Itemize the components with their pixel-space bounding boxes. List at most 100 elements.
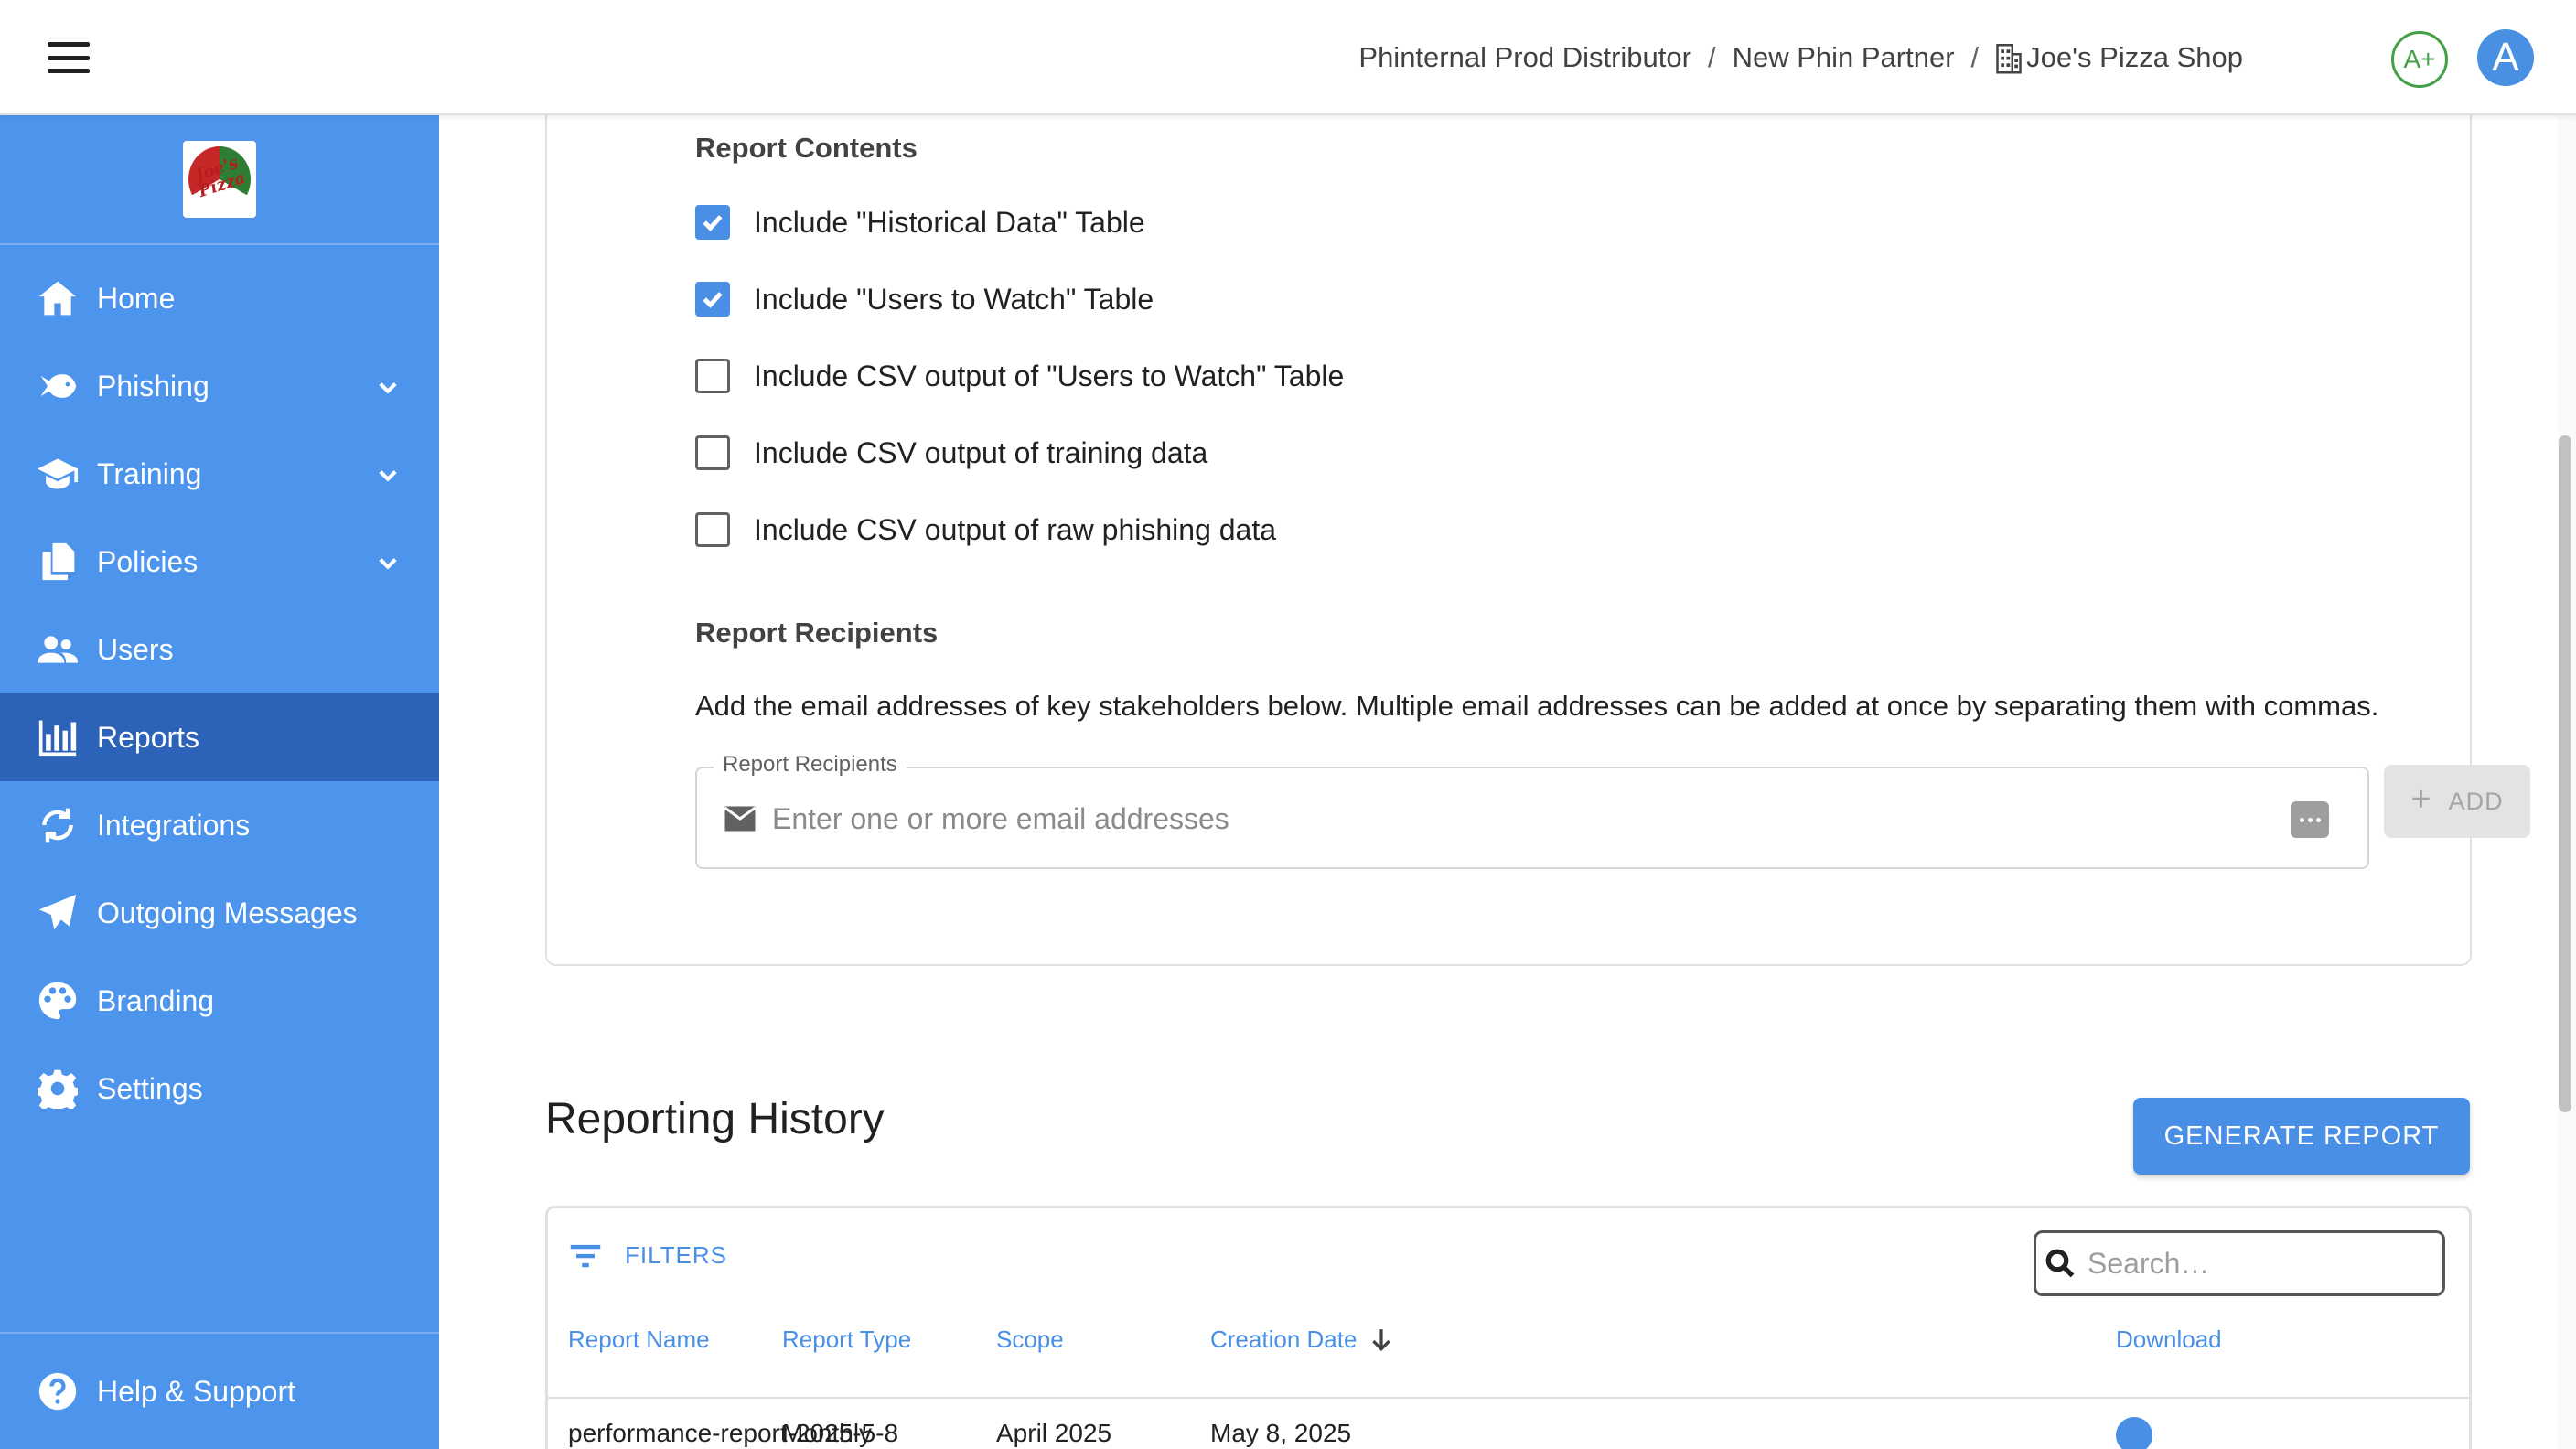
users-icon: [37, 628, 79, 671]
help-support-label: Help & Support: [97, 1374, 296, 1408]
reporting-history-title: Reporting History: [545, 1095, 885, 1143]
sidebar-item-label: Policies: [97, 544, 199, 578]
checkbox-historical-data[interactable]: Include "Historical Data" Table: [695, 205, 1145, 240]
security-grade-badge[interactable]: A+: [2391, 31, 2448, 88]
bar-chart-icon: [37, 716, 79, 758]
sidebar-item-label: Settings: [97, 1071, 203, 1105]
top-app-bar: Phinternal Prod Distributor / New Phin P…: [0, 0, 2576, 115]
checkbox-unchecked-icon[interactable]: [695, 435, 730, 470]
report-recipients-description: Add the email addresses of key stakehold…: [695, 690, 2379, 722]
sidebar-item-label: Branding: [97, 983, 215, 1017]
report-settings-card: Report Contents Include "Historical Data…: [545, 106, 2530, 966]
plus-icon: +: [2410, 779, 2432, 819]
column-header-report-name[interactable]: Report Name: [568, 1326, 710, 1354]
report-contents-title: Report Contents: [695, 132, 918, 164]
checkbox-unchecked-icon[interactable]: [695, 359, 730, 393]
sidebar-item-label: Training: [97, 456, 202, 490]
scrollbar-thumb[interactable]: [2559, 435, 2571, 1112]
paper-plane-icon: [37, 892, 79, 934]
checkbox-checked-icon[interactable]: [695, 282, 730, 317]
sidebar-item-label: Phishing: [97, 369, 209, 402]
logo-area: Joe's Pizza: [0, 115, 439, 245]
column-header-download: Download: [2116, 1326, 2222, 1353]
sidebar-item-label: Home: [97, 281, 176, 315]
building-icon: [1996, 44, 2022, 74]
breadcrumb-separator: /: [1707, 41, 1716, 73]
user-avatar[interactable]: A: [2477, 29, 2534, 86]
sidebar-item-phishing[interactable]: Phishing: [0, 342, 439, 430]
recipients-email-input[interactable]: [772, 787, 2236, 851]
sidebar-item-label: Integrations: [97, 808, 251, 842]
download-icon[interactable]: [2116, 1417, 2152, 1449]
more-options-icon[interactable]: [2291, 801, 2329, 838]
chevron-down-icon[interactable]: [375, 461, 401, 487]
fish-icon: [37, 365, 79, 407]
sidebar-item-settings[interactable]: Settings: [0, 1045, 439, 1132]
breadcrumb-separator: /: [1970, 41, 1980, 73]
main-content: Report Contents Include "Historical Data…: [439, 106, 2552, 1449]
palette-icon: [37, 980, 79, 1022]
checkbox-label: Include "Users to Watch" Table: [754, 282, 1154, 316]
home-icon: [37, 277, 79, 319]
menu-icon[interactable]: [48, 42, 90, 73]
sidebar-item-home[interactable]: Home: [0, 254, 439, 342]
breadcrumb-distributor[interactable]: Phinternal Prod Distributor: [1358, 41, 1691, 74]
checkbox-unchecked-icon[interactable]: [695, 512, 730, 547]
table-search-input[interactable]: [2088, 1246, 2435, 1281]
sidebar-item-branding[interactable]: Branding: [0, 957, 439, 1045]
table-search: [2034, 1230, 2445, 1296]
header-divider: [548, 1397, 2469, 1399]
help-support-link[interactable]: Help & Support: [0, 1332, 439, 1449]
recipients-field: Report Recipients: [695, 752, 2369, 869]
chevron-down-icon[interactable]: [375, 373, 401, 399]
checkbox-csv-raw-phishing-data[interactable]: Include CSV output of raw phishing data: [695, 512, 1276, 547]
column-header-report-type[interactable]: Report Type: [782, 1326, 911, 1354]
sidebar-item-integrations[interactable]: Integrations: [0, 781, 439, 869]
chevron-down-icon[interactable]: [375, 549, 401, 574]
checkbox-checked-icon[interactable]: [695, 205, 730, 240]
recipients-field-label: Report Recipients: [714, 752, 907, 778]
checkbox-label: Include CSV output of "Users to Watch" T…: [754, 359, 1345, 392]
sidebar-item-policies[interactable]: Policies: [0, 518, 439, 606]
sidebar-item-label: Reports: [97, 720, 200, 754]
graduation-cap-icon: [37, 453, 79, 495]
breadcrumb-partner[interactable]: New Phin Partner: [1733, 41, 1955, 74]
checkbox-label: Include "Historical Data" Table: [754, 205, 1145, 239]
search-icon: [2045, 1249, 2075, 1278]
sort-arrow-down-icon[interactable]: [1369, 1327, 1393, 1353]
table-cell-scope: April 2025: [996, 1419, 1112, 1447]
checkbox-csv-users-to-watch[interactable]: Include CSV output of "Users to Watch" T…: [695, 359, 1344, 393]
column-header-scope[interactable]: Scope: [996, 1326, 1064, 1354]
table-cell-creation-date: May 8, 2025: [1210, 1419, 1352, 1447]
documents-icon: [37, 541, 79, 583]
filter-icon: [570, 1244, 601, 1267]
table-cell-report-type: Monthly: [782, 1419, 873, 1447]
gear-icon: [37, 1068, 79, 1110]
sidebar-nav: Home Phishing Training Policies Users Re…: [0, 254, 439, 1132]
reporting-history-table: FILTERS Report Name Report Type Scope Cr…: [545, 1206, 2472, 1449]
column-header-creation-date[interactable]: Creation Date: [1210, 1326, 1393, 1354]
add-recipient-button[interactable]: + ADD: [2384, 765, 2530, 838]
sidebar-item-users[interactable]: Users: [0, 606, 439, 693]
sidebar-item-outgoing-messages[interactable]: Outgoing Messages: [0, 869, 439, 957]
company-logo[interactable]: Joe's Pizza: [183, 141, 256, 218]
sidebar-item-reports[interactable]: Reports: [0, 693, 439, 781]
add-button-label: ADD: [2448, 787, 2504, 815]
help-icon: [37, 1370, 79, 1412]
filters-button[interactable]: FILTERS: [568, 1241, 727, 1270]
sidebar: Joe's Pizza Home Phishing Training Polic…: [0, 115, 439, 1449]
mail-icon: [724, 806, 757, 832]
report-recipients-title: Report Recipients: [695, 617, 939, 649]
column-header-label: Creation Date: [1210, 1326, 1358, 1353]
generate-report-button[interactable]: GENERATE REPORT: [2133, 1098, 2470, 1175]
checkbox-csv-training-data[interactable]: Include CSV output of training data: [695, 435, 1208, 470]
breadcrumb: Phinternal Prod Distributor / New Phin P…: [1358, 0, 2243, 115]
sidebar-item-training[interactable]: Training: [0, 430, 439, 518]
sidebar-item-label: Outgoing Messages: [97, 896, 358, 929]
filters-label: FILTERS: [625, 1241, 727, 1269]
checkbox-users-to-watch[interactable]: Include "Users to Watch" Table: [695, 282, 1154, 317]
breadcrumb-company[interactable]: Joe's Pizza Shop: [2026, 41, 2243, 74]
sync-icon: [37, 804, 79, 846]
sidebar-item-label: Users: [97, 632, 174, 666]
checkbox-label: Include CSV output of training data: [754, 435, 1208, 469]
